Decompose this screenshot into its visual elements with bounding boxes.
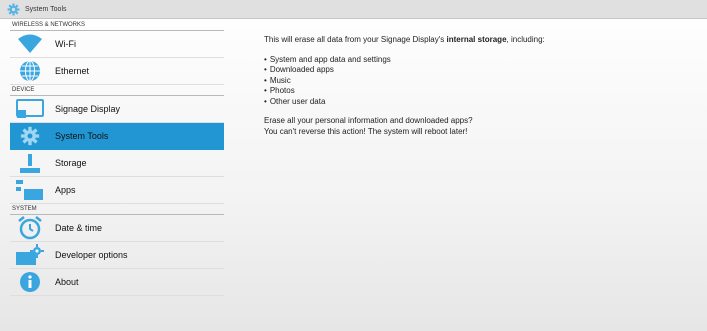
developer-icon bbox=[16, 244, 44, 266]
section-header-wireless: WIRELESS & NETWORKS bbox=[10, 20, 224, 31]
globe-icon bbox=[16, 60, 44, 82]
sidebar-item-label: Date & time bbox=[55, 223, 103, 233]
sidebar-item-system-tools[interactable]: System Tools bbox=[10, 123, 224, 150]
sidebar-item-ethernet[interactable]: Ethernet bbox=[10, 58, 224, 85]
settings-sidebar: WIRELESS & NETWORKS Wi-Fi Ethernet DEVIC… bbox=[10, 20, 224, 296]
gear-icon bbox=[7, 3, 20, 16]
list-item: Other user data bbox=[264, 97, 694, 108]
list-item: Downloaded apps bbox=[264, 65, 694, 76]
sidebar-item-apps[interactable]: Apps bbox=[10, 177, 224, 204]
list-item: Music bbox=[264, 76, 694, 87]
gear-icon bbox=[16, 125, 44, 147]
sidebar-item-about[interactable]: About bbox=[10, 269, 224, 296]
clock-icon bbox=[16, 216, 44, 240]
content-pane: This will erase all data from your Signa… bbox=[264, 35, 694, 137]
sidebar-item-developer-options[interactable]: Developer options bbox=[10, 242, 224, 269]
intro-text: This will erase all data from your Signa… bbox=[264, 35, 447, 44]
intro-suffix: , including: bbox=[506, 35, 545, 44]
sidebar-item-label: Developer options bbox=[55, 250, 128, 260]
sidebar-item-wifi[interactable]: Wi-Fi bbox=[10, 31, 224, 58]
section-header-device: DEVICE bbox=[10, 85, 224, 96]
sidebar-item-label: Storage bbox=[55, 158, 87, 168]
warning-line-2: You can't reverse this action! The syste… bbox=[264, 126, 468, 136]
sidebar-item-label: Signage Display bbox=[55, 104, 121, 114]
info-icon bbox=[16, 271, 44, 293]
apps-icon bbox=[16, 179, 44, 201]
wifi-icon bbox=[16, 33, 44, 55]
sidebar-item-label: Wi-Fi bbox=[55, 39, 76, 49]
erase-list: System and app data and settings Downloa… bbox=[264, 55, 694, 108]
erase-intro: This will erase all data from your Signa… bbox=[264, 35, 694, 46]
warning-line-1: Erase all your personal information and … bbox=[264, 116, 473, 125]
list-item: Photos bbox=[264, 86, 694, 97]
display-icon bbox=[16, 98, 44, 120]
sidebar-item-label: Apps bbox=[55, 185, 76, 195]
sidebar-item-date-time[interactable]: Date & time bbox=[10, 215, 224, 242]
sidebar-item-label: About bbox=[55, 277, 79, 287]
window-title: System Tools bbox=[25, 5, 67, 13]
sidebar-item-signage-display[interactable]: Signage Display bbox=[10, 96, 224, 123]
storage-icon bbox=[16, 152, 44, 174]
sidebar-item-storage[interactable]: Storage bbox=[10, 150, 224, 177]
sidebar-item-label: System Tools bbox=[55, 131, 109, 141]
sidebar-item-label: Ethernet bbox=[55, 66, 90, 76]
section-header-system: SYSTEM bbox=[10, 204, 224, 215]
intro-bold-text: internal storage bbox=[446, 35, 507, 44]
title-bar: System Tools bbox=[0, 0, 707, 19]
list-item: System and app data and settings bbox=[264, 55, 694, 66]
